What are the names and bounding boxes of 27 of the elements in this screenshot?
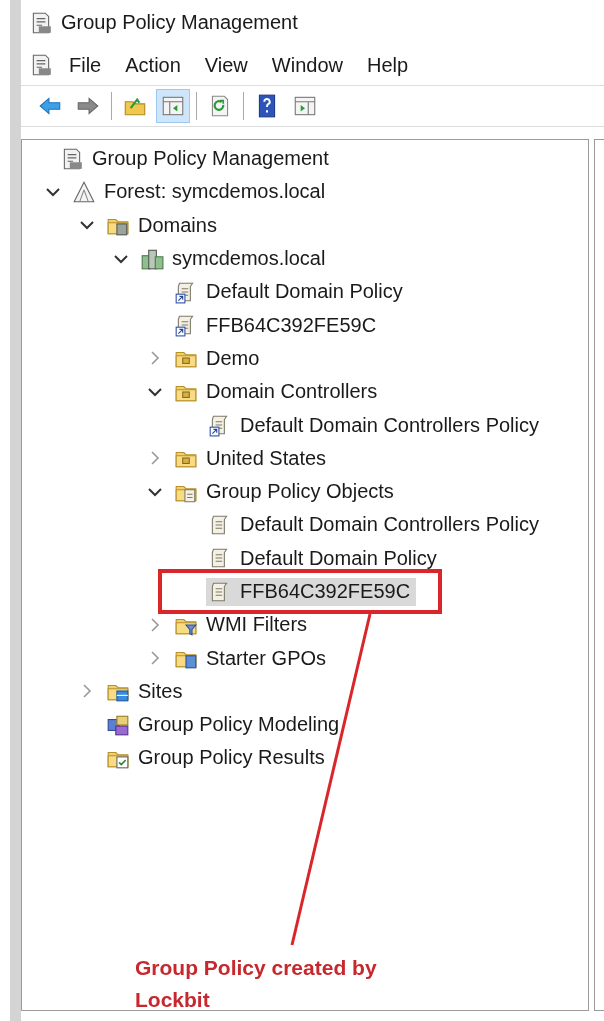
tree-item[interactable]: Default Domain Controllers Policy: [206, 510, 545, 539]
tree-item[interactable]: Group Policy Results: [104, 744, 331, 772]
tree-item[interactable]: symcdemos.local: [138, 244, 332, 273]
menu-item[interactable]: View: [202, 51, 250, 79]
callout-text: Group Policy created by Lockbit: [135, 955, 378, 1013]
menu-item[interactable]: Window: [269, 51, 345, 79]
tree-item[interactable]: Group Policy Objects: [172, 477, 400, 506]
tree-item[interactable]: WMI Filters: [172, 610, 314, 639]
tree-item[interactable]: Default Domain Controllers Policy: [206, 411, 545, 439]
menu-item[interactable]: File: [67, 51, 104, 79]
menu-item[interactable]: Help: [364, 51, 411, 79]
tree-item[interactable]: Forest: symcdemos.local: [70, 177, 332, 206]
tree-item[interactable]: Domain Controllers: [172, 377, 384, 406]
tree-item[interactable]: Starter GPOs: [172, 644, 333, 673]
tree-item[interactable]: Domains: [104, 211, 223, 240]
tree-item[interactable]: Demo: [172, 344, 266, 373]
menu-item[interactable]: Action: [123, 51, 183, 79]
tree-item[interactable]: Sites: [104, 677, 189, 706]
tree-item[interactable]: Default Domain Policy: [206, 544, 443, 573]
tree-item[interactable]: FFB64C392FE59C: [172, 311, 383, 340]
tree-item[interactable]: Group Policy Modeling: [104, 710, 346, 739]
tree-item[interactable]: Group Policy Management: [58, 144, 335, 173]
tree-item[interactable]: FFB64C392FE59C: [206, 577, 417, 606]
forest-icon: [72, 179, 96, 204]
tree-item[interactable]: Default Domain Policy: [172, 277, 409, 306]
window-title: Group Policy Management: [61, 11, 298, 34]
tree-item[interactable]: United States: [172, 444, 333, 473]
